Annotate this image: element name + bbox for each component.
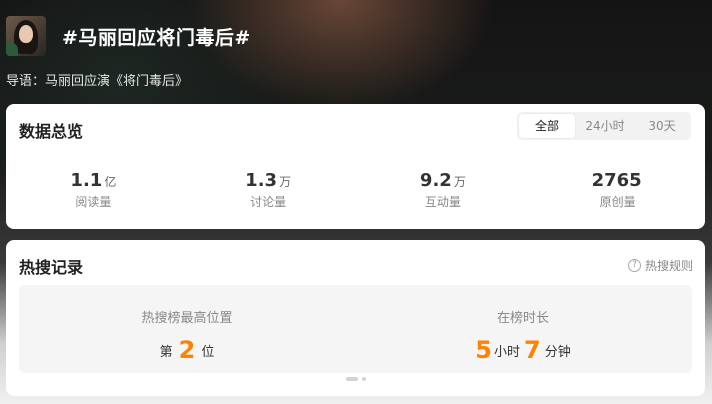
- topic-title: #马丽回应将门毒后#: [62, 26, 251, 49]
- overview-title: 数据总览: [19, 122, 84, 141]
- highest-position-label: 热搜榜最高位置: [141, 311, 233, 326]
- stat-label: 阅读量: [75, 195, 112, 209]
- stat-interact: 9.2 万 互动量: [356, 170, 531, 210]
- stat-value: 2765: [591, 170, 642, 191]
- stats-row: 1.1 亿 阅读量 1.3 万 讨论量 9.2 万 互动量 2765 原创量: [6, 170, 705, 210]
- hot-search-rules-link[interactable]: ? 热搜规则: [627, 257, 693, 274]
- avatar-face: [19, 25, 33, 43]
- duration-hours-unit: 小时: [493, 345, 520, 360]
- carousel-indicator[interactable]: [346, 377, 366, 381]
- stat-label: 原创量: [599, 195, 636, 209]
- question-circle-icon: ?: [627, 259, 641, 272]
- stat-label: 互动量: [424, 195, 461, 209]
- tab-30d[interactable]: 30天: [635, 114, 689, 138]
- stat-value: 9.2: [419, 170, 452, 191]
- duration-label: 在榜时长: [496, 311, 549, 326]
- hot-search-record-box: 热搜榜最高位置 第2位 在榜时长 5 小时 7 分钟: [19, 285, 692, 373]
- rules-label: 热搜规则: [644, 259, 693, 273]
- duration-hours: 5: [475, 336, 492, 364]
- carousel-dot[interactable]: [362, 377, 366, 381]
- duration-minutes: 7: [524, 336, 541, 364]
- overview-card: 数据总览 全部 24小时 30天 1.1 亿 阅读量 1.3 万 讨论量 9.2 万 …: [6, 104, 705, 229]
- stat-value: 1.1: [70, 170, 103, 191]
- position-suffix: 位: [201, 345, 215, 360]
- stat-unit: 万: [453, 175, 466, 189]
- stat-unit: 万: [279, 175, 292, 189]
- stat-label: 讨论量: [250, 195, 287, 209]
- topic-intro: 导语：马丽回应演《将门毒后》: [6, 74, 189, 89]
- stat-value: 1.3: [245, 170, 278, 191]
- tab-24h[interactable]: 24小时: [575, 114, 635, 138]
- stat-discuss: 1.3 万 讨论量: [181, 170, 356, 210]
- avatar[interactable]: [6, 16, 46, 56]
- position-number: 2: [178, 336, 196, 364]
- stat-read: 1.1 亿 阅读量: [6, 170, 181, 210]
- stat-unit: 亿: [104, 175, 117, 189]
- duration-value: 5 小时 7 分钟: [355, 336, 691, 364]
- highest-position-value: 第2位: [19, 336, 355, 364]
- duration-minutes-unit: 分钟: [544, 345, 571, 360]
- time-range-tabs: 全部 24小时 30天: [517, 112, 691, 140]
- on-list-duration: 在榜时长 5 小时 7 分钟: [355, 285, 691, 373]
- avatar-leaf: [6, 42, 18, 56]
- tab-all[interactable]: 全部: [519, 114, 575, 138]
- position-prefix: 第: [159, 345, 173, 360]
- topic-header: #马丽回应将门毒后#: [6, 16, 251, 56]
- highest-position: 热搜榜最高位置 第2位: [19, 285, 355, 373]
- hot-search-card: 热搜记录 ? 热搜规则 热搜榜最高位置 第2位 在榜时长 5 小时 7 分钟: [6, 240, 705, 396]
- stat-original: 2765 原创量: [530, 170, 705, 210]
- hot-search-title: 热搜记录: [19, 258, 84, 277]
- carousel-dot-active[interactable]: [346, 377, 358, 381]
